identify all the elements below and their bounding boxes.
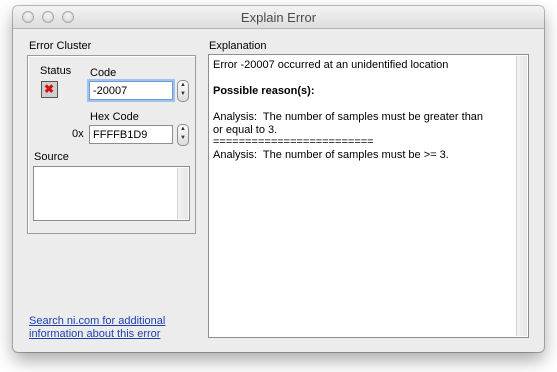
explanation-textarea[interactable]: Error -20007 occurred at an unidentified…: [208, 54, 529, 338]
explanation-line: Error -20007 occurred at an unidentified…: [213, 59, 449, 71]
error-cluster-panel: Status ✖ Code -20007 ▲ ▼ Hex Code 0x FFFF…: [27, 55, 196, 234]
code-field[interactable]: -20007: [89, 81, 173, 100]
explanation-line: Possible reason(s):: [213, 85, 315, 97]
hex-code-stepper[interactable]: ▲ ▼: [177, 124, 189, 146]
error-cluster-heading: Error Cluster: [29, 40, 92, 52]
error-x-icon: ✖: [44, 82, 55, 96]
code-stepper[interactable]: ▲ ▼: [177, 80, 189, 102]
hex-prefix: 0x: [72, 128, 84, 140]
explanation-line: Analysis: The number of samples must be …: [213, 149, 449, 161]
search-ni-link-line1[interactable]: Search ni.com for additional: [29, 315, 165, 328]
explanation-scrollbar[interactable]: [516, 56, 527, 336]
status-label: Status: [40, 65, 72, 77]
status-indicator: ✖: [41, 81, 58, 98]
title-bar: Explain Error: [13, 6, 544, 29]
hex-code-label: Hex Code: [90, 111, 139, 123]
hex-code-field[interactable]: FFFFB1D9: [89, 125, 173, 144]
source-scrollbar[interactable]: [177, 168, 188, 219]
search-ni-link-line2[interactable]: information about this error: [29, 328, 160, 341]
explanation-line: or equal to 3.: [213, 124, 278, 136]
window-title: Explain Error: [240, 10, 317, 25]
explain-error-window: Explain Error Error Cluster Status ✖ Cod…: [13, 6, 544, 352]
source-textarea[interactable]: [33, 166, 190, 221]
source-label: Source: [34, 151, 69, 163]
code-label: Code: [90, 67, 117, 79]
explanation-line: Analysis: The number of samples must be …: [213, 111, 484, 123]
explanation-line: =========================: [213, 136, 374, 148]
explanation-heading: Explanation: [209, 40, 267, 52]
